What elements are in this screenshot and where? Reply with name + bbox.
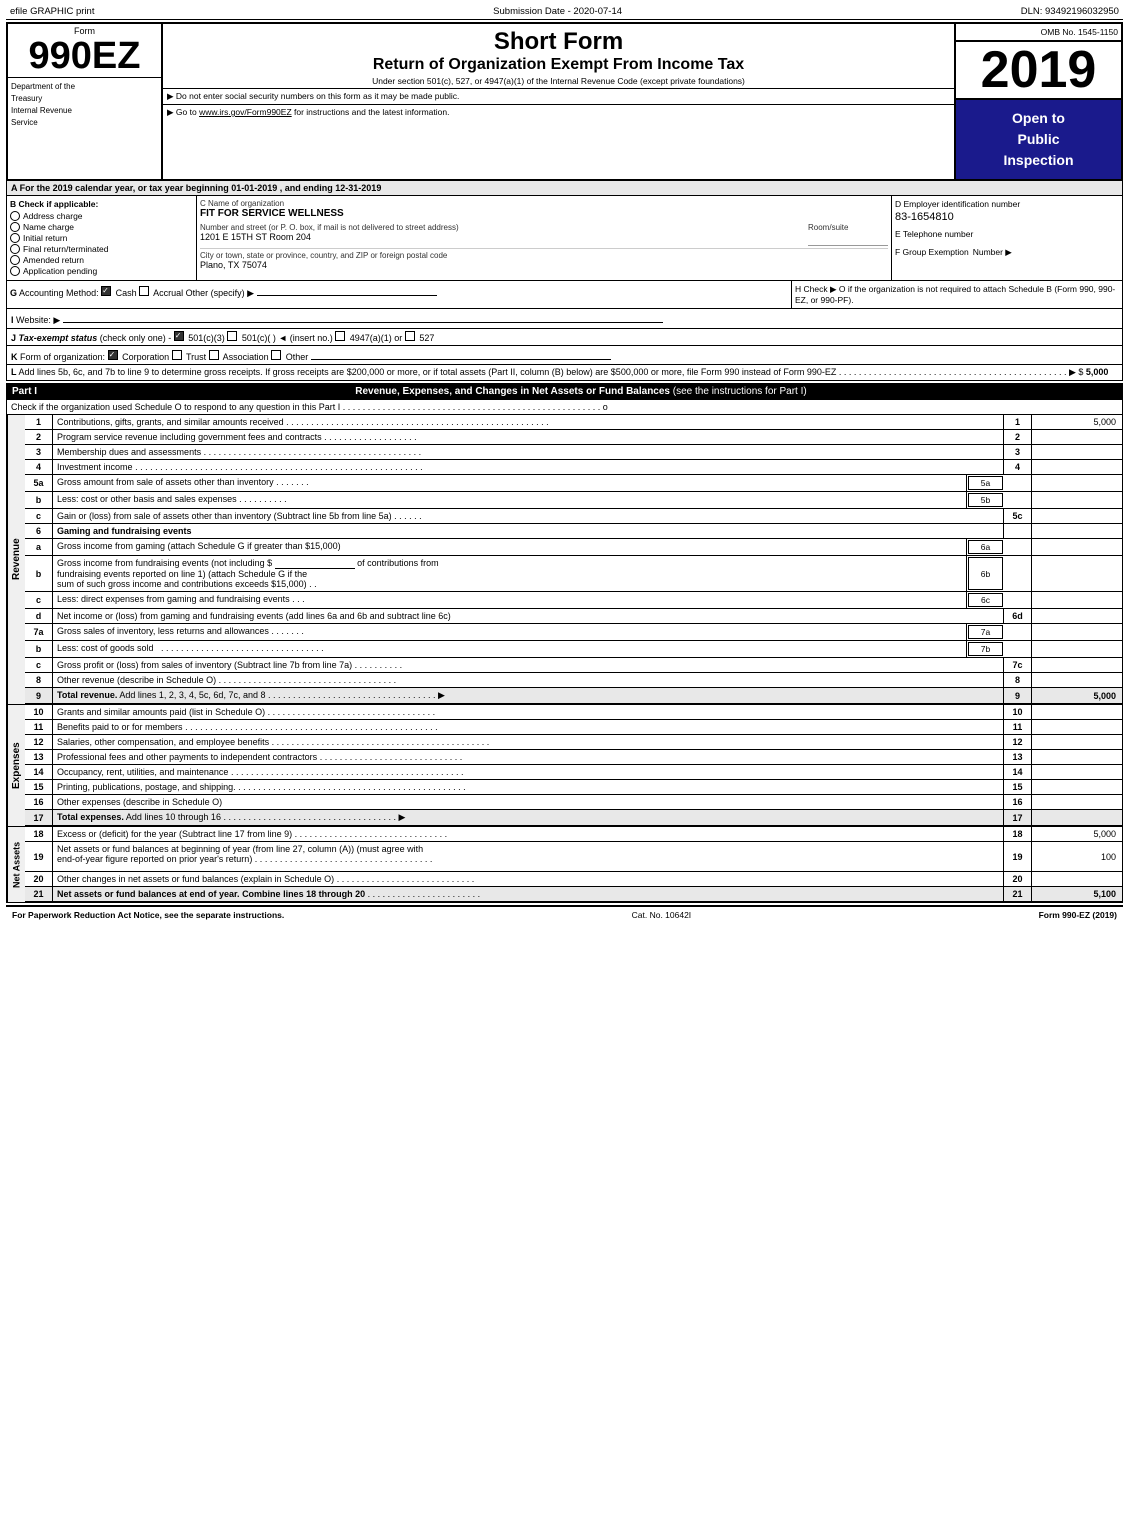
row-5c: c Gain or (loss) from sale of assets oth… xyxy=(25,509,1122,524)
row-16: 16 Other expenses (describe in Schedule … xyxy=(25,795,1122,810)
section-l-value: 5,000 xyxy=(1086,367,1109,377)
dln-number: DLN: 93492196032950 xyxy=(1021,6,1119,17)
footer-right: Form 990-EZ (2019) xyxy=(1039,910,1117,920)
row-10: 10 Grants and similar amounts paid (list… xyxy=(25,705,1122,720)
ein: 83-1654810 xyxy=(895,211,1119,223)
row-7c: c Gross profit or (loss) from sales of i… xyxy=(25,658,1122,673)
part-i-title: Revenue, Expenses, and Changes in Net As… xyxy=(355,386,806,397)
open-to-public: Open toPublicInspection xyxy=(956,100,1121,179)
row-8: 8 Other revenue (describe in Schedule O)… xyxy=(25,673,1122,688)
row-7b: b Less: cost of goods sold . . . . . . .… xyxy=(25,641,1122,658)
check-amended-return: Amended return xyxy=(10,255,193,265)
row-13: 13 Professional fees and other payments … xyxy=(25,750,1122,765)
corporation-checkbox xyxy=(108,350,118,360)
part-i-header: Part I Revenue, Expenses, and Changes in… xyxy=(6,383,1123,400)
dept-line4: Service xyxy=(11,117,158,129)
row-2: 2 Program service revenue including gove… xyxy=(25,430,1122,445)
footer: For Paperwork Reduction Act Notice, see … xyxy=(6,905,1123,923)
return-title: Return of Organization Exempt From Incom… xyxy=(165,56,952,74)
goto-line: ▶ Go to www.irs.gov/Form990EZ for instru… xyxy=(167,107,449,117)
short-form-title: Short Form xyxy=(165,28,952,56)
section-k: K Form of organization: Corporation Trus… xyxy=(6,346,1123,365)
revenue-section: Revenue 1 Contributions, gifts, grants, … xyxy=(6,415,1123,705)
row-6b: b Gross income from fundraising events (… xyxy=(25,556,1122,592)
section-b-label: B Check if applicable: xyxy=(10,199,193,209)
row-19: 19 Net assets or fund balances at beginn… xyxy=(25,842,1122,872)
row-21: 21 Net assets or fund balances at end of… xyxy=(25,887,1122,902)
check-final-return: Final return/terminated xyxy=(10,244,193,254)
row-5a: 5a Gross amount from sale of assets othe… xyxy=(25,475,1122,492)
section-l: L Add lines 5b, 6c, and 7b to line 9 to … xyxy=(6,365,1123,381)
row-11: 11 Benefits paid to or for members . . .… xyxy=(25,720,1122,735)
check-application-pending: Application pending xyxy=(10,266,193,276)
dept-line2: Treasury xyxy=(11,93,158,105)
accrual-checkbox xyxy=(139,286,149,296)
org-name-label: C Name of organization xyxy=(200,199,888,208)
row-6c: c Less: direct expenses from gaming and … xyxy=(25,592,1122,609)
omb-label: OMB No. 1545-1150 xyxy=(1041,27,1118,37)
footer-left: For Paperwork Reduction Act Notice, see … xyxy=(12,910,284,920)
expenses-section: Expenses 10 Grants and similar amounts p… xyxy=(6,705,1123,827)
part-i-label: Part I xyxy=(12,386,37,397)
row-6d: d Net income or (loss) from gaming and f… xyxy=(25,609,1122,624)
notice-line: ▶ Do not enter social security numbers o… xyxy=(167,91,459,101)
section-h: H Check ▶ O if the organization is not r… xyxy=(792,281,1122,308)
bcd-section: B Check if applicable: Address charge Na… xyxy=(6,196,1123,281)
row-9: 9 Total revenue. Add lines 1, 2, 3, 4, 5… xyxy=(25,688,1122,704)
check-address-change: Address charge xyxy=(10,211,193,221)
row-15: 15 Printing, publications, postage, and … xyxy=(25,780,1122,795)
section-j: J Tax-exempt status (check only one) - 5… xyxy=(6,329,1123,346)
submission-date: Submission Date - 2020-07-14 xyxy=(493,6,622,17)
check-name-change: Name charge xyxy=(10,222,193,232)
address-value: 1201 E 15TH ST Room 204 xyxy=(200,232,804,242)
dept-line3: Internal Revenue xyxy=(11,105,158,117)
row-5b: b Less: cost or other basis and sales ex… xyxy=(25,492,1122,509)
501c-checkbox xyxy=(227,331,237,341)
row-7a: 7a Gross sales of inventory, less return… xyxy=(25,624,1122,641)
year-display: 2019 xyxy=(981,41,1097,99)
gh-section: G Accounting Method: Cash Accrual Other … xyxy=(6,281,1123,309)
net-assets-section: Net Assets 18 Excess or (deficit) for th… xyxy=(6,827,1123,903)
section-i: I Website: ▶ xyxy=(6,309,1123,329)
row-12: 12 Salaries, other compensation, and emp… xyxy=(25,735,1122,750)
section-g-label: G xyxy=(10,288,17,298)
527-checkbox xyxy=(405,331,415,341)
trust-checkbox xyxy=(172,350,182,360)
dept-line1: Department of the xyxy=(11,81,158,93)
other-org-checkbox xyxy=(271,350,281,360)
row-3: 3 Membership dues and assessments . . . … xyxy=(25,445,1122,460)
org-name: FIT FOR SERVICE WELLNESS xyxy=(200,208,888,219)
row-4: 4 Investment income . . . . . . . . . . … xyxy=(25,460,1122,475)
row-6-header: 6 Gaming and fundraising events xyxy=(25,524,1122,539)
section-a: A For the 2019 calendar year, or tax yea… xyxy=(6,181,1123,196)
row-14: 14 Occupancy, rent, utilities, and maint… xyxy=(25,765,1122,780)
row-6a: a Gross income from gaming (attach Sched… xyxy=(25,539,1122,556)
expenses-sidebar: Expenses xyxy=(7,705,25,826)
main-header: Form 990EZ Department of the Treasury In… xyxy=(6,22,1123,181)
part-i-check-line: Check if the organization used Schedule … xyxy=(6,400,1123,415)
row-20: 20 Other changes in net assets or fund b… xyxy=(25,872,1122,887)
revenue-sidebar: Revenue xyxy=(7,415,25,704)
row-1: 1 Contributions, gifts, grants, and simi… xyxy=(25,415,1122,430)
form-number: 990EZ xyxy=(10,37,159,75)
under-section: Under section 501(c), 527, or 4947(a)(1)… xyxy=(163,74,954,88)
4947-checkbox xyxy=(335,331,345,341)
cash-checkbox xyxy=(101,286,111,296)
501c3-checkbox xyxy=(174,331,184,341)
top-bar: efile GRAPHIC print Submission Date - 20… xyxy=(6,4,1123,20)
net-assets-sidebar: Net Assets xyxy=(7,827,25,902)
efile-label: efile GRAPHIC print xyxy=(10,6,94,17)
footer-center: Cat. No. 10642I xyxy=(632,910,692,920)
association-checkbox xyxy=(209,350,219,360)
city-value: Plano, TX 75074 xyxy=(200,260,888,270)
row-18: 18 Excess or (deficit) for the year (Sub… xyxy=(25,827,1122,842)
check-initial-return: Initial return xyxy=(10,233,193,243)
row-17: 17 Total expenses. Add lines 10 through … xyxy=(25,810,1122,826)
